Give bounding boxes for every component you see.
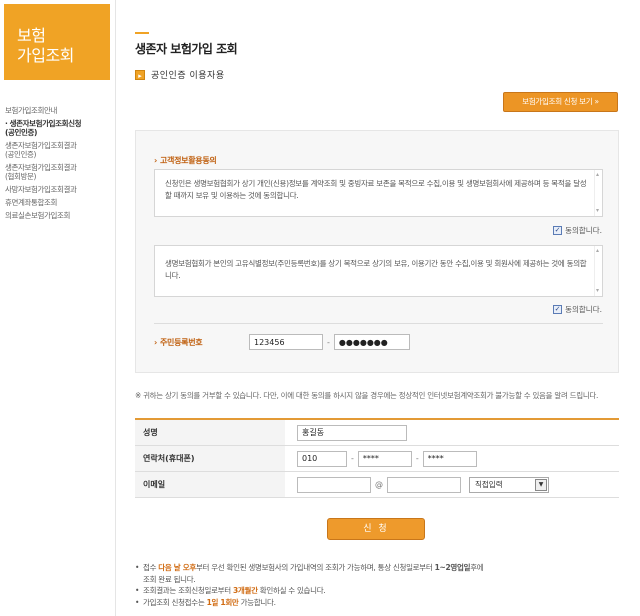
email-id-input[interactable]	[297, 476, 371, 493]
consent-panel: › 고객정보활용동의 신청인은 생명보험협회가 상기 개인(신용)정보를 계약조회…	[135, 130, 619, 373]
nav-item-deceased[interactable]: 사망자보험가입조회결과	[5, 185, 113, 194]
phone-dash-2: -	[415, 454, 419, 463]
consent-notice: ※ 귀하는 상기 동의를 거부할 수 있습니다. 다만, 이에 대한 동의를 하…	[135, 391, 599, 400]
nav-item-dormant[interactable]: 휴면계좌통합조회	[5, 198, 113, 207]
phone-dash-1: -	[351, 454, 354, 463]
agree2-checkbox[interactable]: ✓	[553, 305, 563, 314]
arrow-icon: ›	[154, 156, 157, 165]
nav-item-apply-cert-sub: (공인인증)	[5, 128, 38, 137]
phone-label: 연락처(휴대폰)	[135, 446, 285, 471]
nav-item-result-visit-sub: (협회방문)	[5, 172, 37, 181]
phone-row: 연락처(휴대폰) - -	[135, 446, 619, 472]
consent1-textbox[interactable]: 신청인은 생명보험협회가 상기 개인(신용)정보를 계약조회 및 중빙자료 보존…	[154, 169, 603, 217]
agree1[interactable]: ✓ 동의합니다.	[553, 225, 602, 236]
note-1: 접수 다음 날 오후부터 우선 확인된 생명보험사의 가입내역의 조회가 가능하…	[135, 562, 619, 585]
brand-line-2: 가입조회	[17, 46, 74, 65]
name-row: 성명	[135, 420, 619, 446]
resident-id-front[interactable]	[249, 334, 323, 350]
email-domain-input[interactable]	[387, 476, 461, 493]
resident-id-row: ›주민등록번호 -	[154, 334, 410, 350]
page-title: 생존자 보험가입 조회	[135, 42, 238, 56]
title-accent	[135, 32, 149, 34]
nav-item-result-cert-sub: (공인인증)	[5, 150, 37, 159]
nav-item-result-visit[interactable]: 생존자보험가입조회결과 (협회방문)	[5, 163, 113, 181]
main-content: 생존자 보험가입 조회 ▸ 공인인증 이용자용 보험가입조회 신청 보기 » ›…	[117, 0, 640, 616]
consent2-scrollbar[interactable]	[594, 245, 602, 297]
consent2-text: 생명보험협회가 본인의 고유식별정보(주민등록번호)를 상기 목적으로 상기의 …	[165, 259, 587, 280]
agree2-label: 동의합니다.	[565, 305, 602, 314]
email-row: 이메일 @ 직접입력 ▼	[135, 472, 619, 498]
resident-id-back[interactable]	[333, 334, 410, 350]
submit-button[interactable]: 신 청	[327, 518, 425, 540]
note-2: 조회결과는 조회신청일로부터 3개월간 확인하실 수 있습니다.	[135, 585, 619, 597]
email-select-value: 직접입력	[475, 479, 503, 489]
cert-label: 공인인증 이용자용	[151, 71, 225, 81]
agree2[interactable]: ✓ 동의합니다.	[553, 304, 602, 315]
sidebar: 보험 가입조회 보험가입조회안내 · 생존자보험가입조회신청 (공인인증) 생존…	[0, 0, 116, 616]
phone-part3[interactable]	[422, 450, 477, 467]
chevron-down-icon[interactable]: ▼	[535, 478, 547, 491]
consent2-textbox[interactable]: 생명보험협회가 본인의 고유식별정보(주민등록번호)를 상기 목적으로 상기의 …	[154, 245, 603, 297]
email-at: @	[375, 480, 383, 489]
cert-line: ▸ 공인인증 이용자용	[135, 68, 225, 81]
nav-item-guide[interactable]: 보험가입조회안내	[5, 106, 113, 115]
panel-divider	[154, 323, 603, 324]
brand-logo: 보험 가입조회	[4, 4, 110, 80]
consent1-scrollbar[interactable]	[594, 169, 602, 217]
name-input[interactable]	[297, 424, 407, 441]
nav-item-result-cert[interactable]: 생존자보험가입조회결과 (공인인증)	[5, 141, 113, 159]
nav-item-apply-cert[interactable]: · 생존자보험가입조회신청 (공인인증)	[5, 119, 113, 137]
phone-part1[interactable]	[297, 450, 347, 467]
applicant-info-table: 성명 연락처(휴대폰) - - 이메일 @ 직접입력	[135, 418, 619, 498]
nav-item-medical[interactable]: 의료실손보험가입조회	[5, 211, 113, 220]
brand-line-1: 보험	[17, 26, 46, 45]
sidebar-nav: 보험가입조회안내 · 생존자보험가입조회신청 (공인인증) 생존자보험가입조회결…	[5, 106, 113, 224]
note-3: 가입조회 신청접수는 1일 1회만 가능합니다.	[135, 597, 619, 609]
certificate-icon: ▸	[135, 69, 145, 80]
view-guide-button[interactable]: 보험가입조회 신청 보기 »	[503, 92, 618, 112]
resident-id-label: › 주민등록번호	[154, 337, 203, 347]
phone-part2[interactable]	[357, 450, 412, 467]
id-dash: -	[327, 337, 330, 347]
name-label: 성명	[135, 420, 285, 445]
email-domain-select[interactable]: 직접입력 ▼	[469, 476, 549, 493]
email-label: 이메일	[135, 472, 285, 497]
consent1-text: 신청인은 생명보험협회가 상기 개인(신용)정보를 계약조회 및 중빙자료 보존…	[165, 179, 587, 200]
consent-section-label: › 고객정보활용동의	[154, 156, 217, 165]
agree1-checkbox[interactable]: ✓	[553, 226, 563, 235]
agree1-label: 동의합니다.	[565, 226, 602, 235]
bottom-notes: 접수 다음 날 오후부터 우선 확인된 생명보험사의 가입내역의 조회가 가능하…	[135, 562, 619, 608]
